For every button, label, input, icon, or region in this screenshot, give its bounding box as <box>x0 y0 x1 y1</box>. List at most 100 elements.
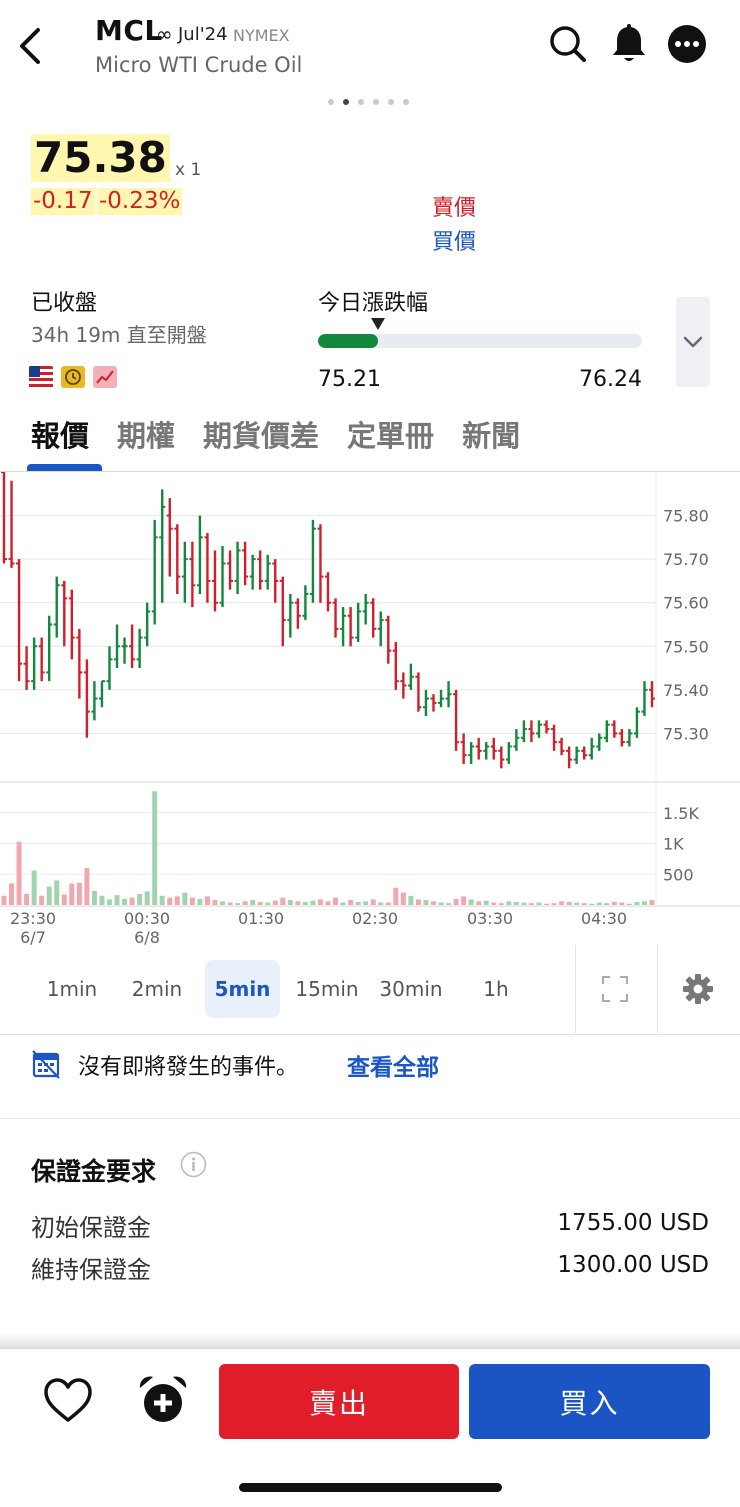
sell-button[interactable]: 賣出 <box>219 1364 459 1439</box>
gear-icon[interactable] <box>682 973 714 1005</box>
fullscreen-icon[interactable] <box>601 975 629 1003</box>
volume-bar <box>544 903 550 905</box>
tab-options[interactable]: 期權 <box>117 413 175 455</box>
volume-bar <box>310 900 316 905</box>
add-alert-icon[interactable] <box>136 1373 190 1427</box>
volume-bar <box>1 895 7 905</box>
volume-bar <box>280 897 286 905</box>
volume-bar <box>393 887 399 905</box>
volume-bar <box>84 868 90 905</box>
search-icon[interactable] <box>546 22 590 66</box>
volume-bar <box>574 902 580 905</box>
bell-icon[interactable] <box>607 22 651 66</box>
interval-1min[interactable]: 1min <box>33 960 111 1018</box>
day-range-low: 75.21 <box>318 367 381 392</box>
volume-series <box>1 791 655 905</box>
price-tick-label: 75.50 <box>663 637 709 656</box>
candle-series <box>1 472 655 769</box>
volume-bar <box>604 903 610 905</box>
volume-bar <box>122 898 128 905</box>
bottom-bar-shadow <box>0 1333 740 1349</box>
price-tick-label: 75.60 <box>663 594 709 613</box>
time-tick-label: 00:30 <box>124 909 170 928</box>
volume-bar <box>54 880 60 905</box>
volume-bar <box>212 900 218 905</box>
volume-bar <box>242 901 248 905</box>
volume-bar <box>197 898 203 905</box>
volume-bar <box>385 902 391 905</box>
interval-1h[interactable]: 1h <box>465 960 527 1018</box>
price-tick-label: 75.80 <box>663 507 709 526</box>
page-dot <box>358 99 364 105</box>
volume-bar <box>137 893 143 905</box>
interval-selector: 1min 2min 5min 15min 30min 1h 4h <box>0 960 575 1018</box>
tab-futures-spread[interactable]: 期貨價差 <box>203 413 319 455</box>
volume-bar <box>152 791 158 905</box>
volume-bar <box>9 883 15 905</box>
expand-details-button[interactable] <box>676 297 710 387</box>
price-tick-label: 75.40 <box>663 681 709 700</box>
volume-bar <box>46 886 52 905</box>
more-icon[interactable] <box>665 22 709 66</box>
volume-bar <box>415 899 421 905</box>
volume-bar <box>333 897 339 905</box>
time-tick-label: 02:30 <box>352 909 398 928</box>
buy-button[interactable]: 買入 <box>469 1364 710 1439</box>
volume-bar <box>611 901 617 905</box>
candlestick-chart[interactable]: 75.80 75.70 75.60 75.50 75.40 75.30 1.5K 1K 500… <box>0 472 740 947</box>
tab-news[interactable]: 新聞 <box>462 413 520 455</box>
day-range-bar <box>318 334 642 348</box>
volume-bar <box>265 902 271 905</box>
volume-bar <box>144 891 150 905</box>
time-tick-label: 23:30 <box>10 909 56 928</box>
volume-tick-label: 1.5K <box>663 804 699 823</box>
day-range-high: 76.24 <box>579 367 642 392</box>
volume-bar <box>295 901 301 905</box>
volume-bar <box>227 902 233 905</box>
interval-30min[interactable]: 30min <box>372 960 450 1018</box>
page-dot <box>328 99 334 105</box>
volume-bar <box>551 903 557 905</box>
volume-bar <box>317 899 323 905</box>
volume-bar <box>506 901 512 905</box>
tab-quote[interactable]: 報價 <box>31 413 89 455</box>
symbol-ticker: MCL <box>95 14 163 47</box>
volume-tick-label: 500 <box>663 865 694 884</box>
maintenance-margin-label: 維持保證金 <box>31 1256 151 1284</box>
tab-order-book[interactable]: 定單冊 <box>347 413 434 455</box>
heart-icon[interactable] <box>42 1375 94 1427</box>
time-tick-label: 04:30 <box>581 909 627 928</box>
volume-bar <box>159 895 165 905</box>
price-tick-label: 75.30 <box>663 724 709 743</box>
volume-bar <box>596 902 602 905</box>
price-axis: 75.80 75.70 75.60 75.50 75.40 75.30 <box>663 507 709 744</box>
volume-bar <box>348 900 354 905</box>
initial-margin-label: 初始保證金 <box>31 1214 151 1242</box>
volume-bar <box>39 895 45 905</box>
contract-month: Jul'24 <box>178 24 228 45</box>
volume-bar <box>250 900 256 905</box>
interval-5min[interactable]: 5min <box>205 960 280 1018</box>
page-dot-active <box>343 99 349 105</box>
date-tick-label: 6/7 <box>20 928 46 947</box>
home-indicator[interactable] <box>239 1483 502 1492</box>
view-all-events-link[interactable]: 查看全部 <box>347 1048 439 1082</box>
maintenance-margin-value: 1300.00 USD <box>557 1252 709 1278</box>
volume-bar <box>581 903 587 905</box>
volume-bar <box>400 892 406 905</box>
volume-bar <box>408 895 414 905</box>
back-chevron-icon[interactable] <box>12 22 52 70</box>
interval-2min[interactable]: 2min <box>118 960 196 1018</box>
chevron-down-icon <box>683 336 703 348</box>
interval-4h[interactable]: 4h <box>566 960 575 1018</box>
exchange-label: NYMEX <box>233 26 290 45</box>
info-icon[interactable] <box>180 1151 207 1178</box>
volume-bar <box>257 901 263 905</box>
volume-bar <box>302 901 308 905</box>
interval-15min[interactable]: 15min <box>288 960 366 1018</box>
page-indicator[interactable] <box>328 99 409 105</box>
volume-bar <box>91 890 97 905</box>
page-dot <box>403 99 409 105</box>
us-flag-icon <box>29 366 53 388</box>
volume-bar <box>325 901 331 905</box>
